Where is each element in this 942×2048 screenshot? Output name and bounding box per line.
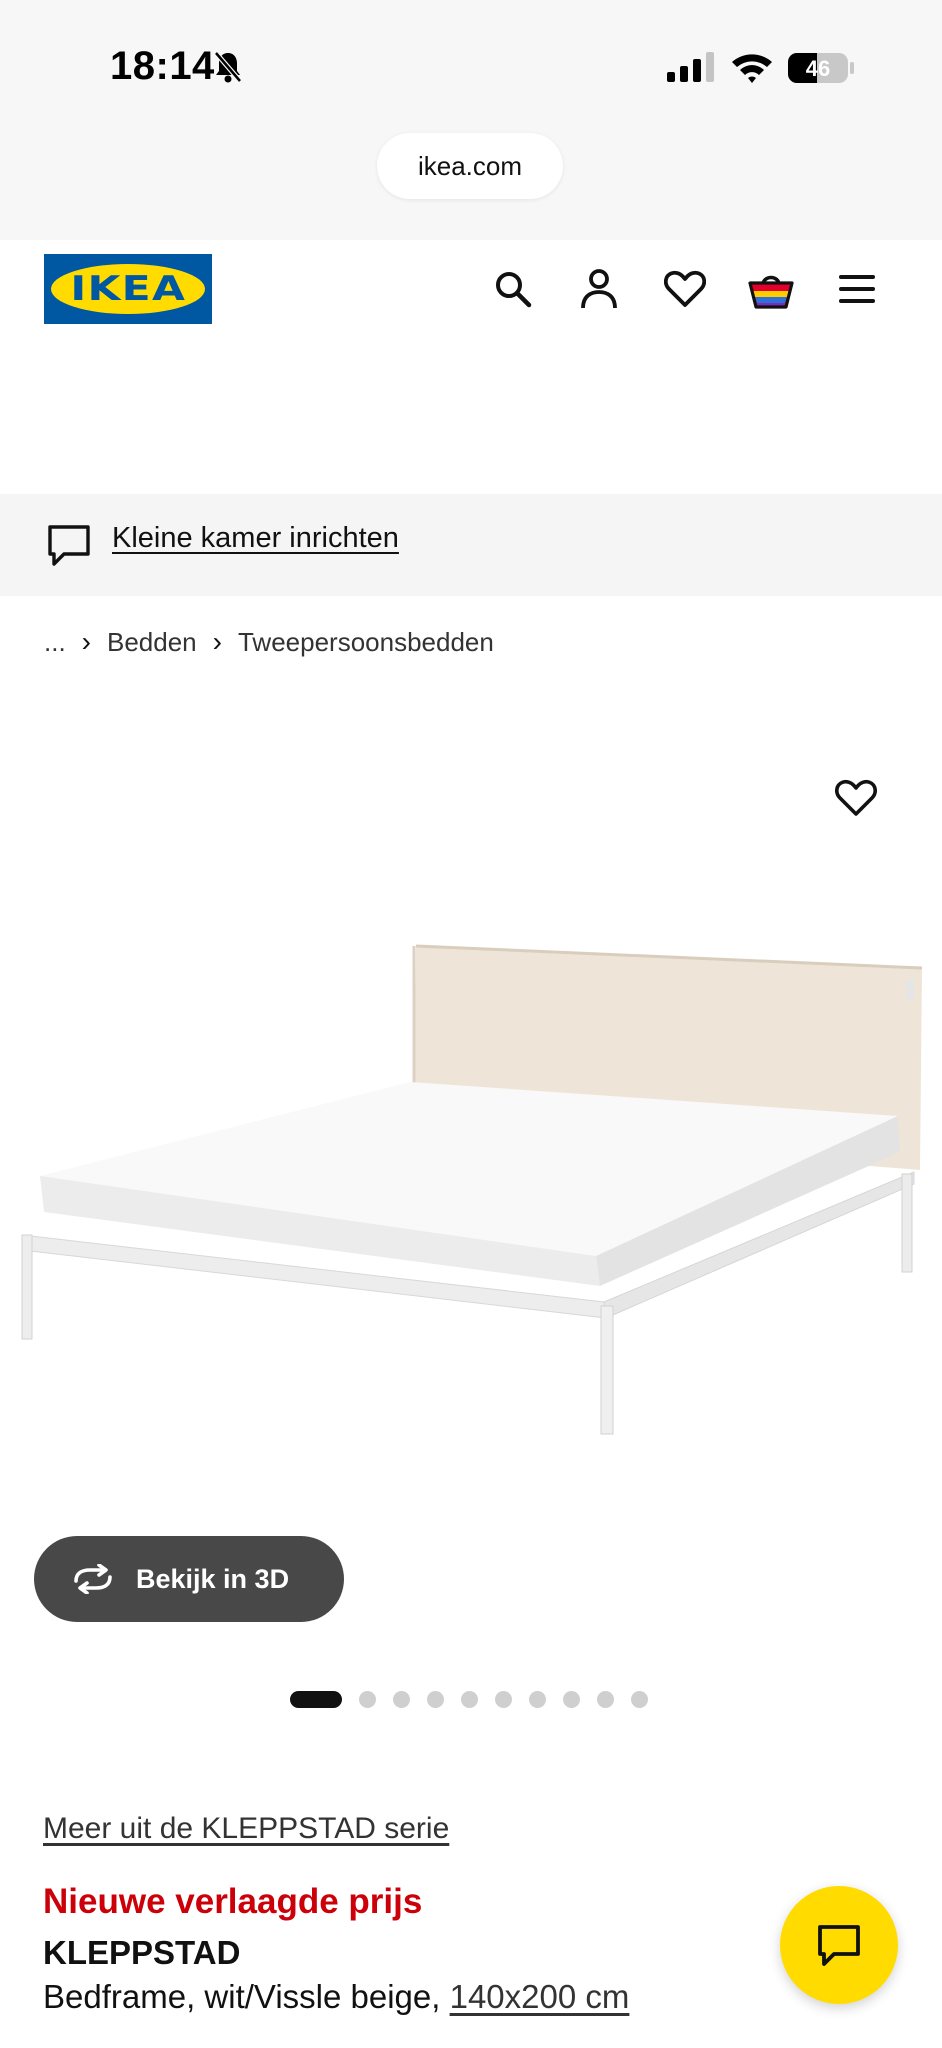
carousel-dot[interactable] [495,1690,512,1708]
product-name: KLEPPSTAD [43,1934,241,1971]
view-in-3d-button[interactable]: Bekijk in 3D [34,1536,344,1622]
breadcrumb-ellipsis[interactable]: ... [44,627,66,658]
chevron-right-icon: › [212,626,222,657]
carousel-dot[interactable] [461,1690,478,1708]
status-bar: 18:14 46 ikea.com [0,0,942,240]
url-bar[interactable]: ikea.com [377,133,563,199]
chevron-right-icon: › [81,626,91,657]
rotate-3d-icon [70,1564,116,1594]
carousel-dot[interactable] [393,1690,410,1708]
url-text: ikea.com [417,150,523,181]
battery-icon: 46 [787,52,855,89]
logo-text: IKEA [70,269,186,309]
heart-outline-icon [835,779,877,816]
status-time: 18:14 [110,44,215,88]
size-link[interactable]: 140x200 cm [450,1978,630,2015]
view-in-3d-label: Bekijk in 3D [136,1563,290,1594]
ikea-logo[interactable]: IKEA [44,254,212,324]
shopping-bag-icon[interactable] [744,262,798,316]
breadcrumb-tweepersoonsbedden[interactable]: Tweepersoonsbedden [238,627,494,658]
carousel-dot[interactable] [631,1690,648,1708]
image-carousel-indicator [290,1690,665,1708]
search-icon[interactable] [486,262,540,316]
carousel-dot[interactable] [563,1690,580,1708]
banner-link[interactable]: Kleine kamer inrichten [112,522,399,555]
bell-slash-icon [213,50,243,89]
account-icon[interactable] [572,262,626,316]
wifi-icon [730,50,774,89]
cellular-signal-icon [667,52,715,87]
breadcrumb: ... › Bedden › Tweepersoonsbedden [44,624,494,660]
chat-button[interactable] [780,1886,898,2004]
menu-icon[interactable] [830,262,884,316]
chat-icon [818,1925,860,1966]
price-label: Nieuwe verlaagde prijs [43,1882,423,1921]
heart-icon[interactable] [658,262,712,316]
inspiration-banner[interactable]: Kleine kamer inrichten [0,494,942,596]
carousel-dot[interactable] [529,1690,546,1708]
chat-bubble-icon [46,524,92,573]
carousel-dot[interactable] [427,1690,444,1708]
logo-oval: IKEA [51,264,205,314]
add-to-favorites-button[interactable] [830,772,882,824]
series-link[interactable]: Meer uit de KLEPPSTAD serie [43,1812,449,1846]
battery-level: 46 [806,56,830,81]
carousel-dot[interactable] [359,1690,376,1708]
breadcrumb-bedden[interactable]: Bedden [107,627,197,658]
carousel-dot-active[interactable] [290,1690,342,1708]
carousel-dot[interactable] [597,1690,614,1708]
product-image[interactable] [0,890,942,1450]
product-description: Bedframe, wit/Vissle beige, 140x200 cm [43,1978,629,2016]
product-description-text: Bedframe, wit/Vissle beige, [43,1978,450,2015]
